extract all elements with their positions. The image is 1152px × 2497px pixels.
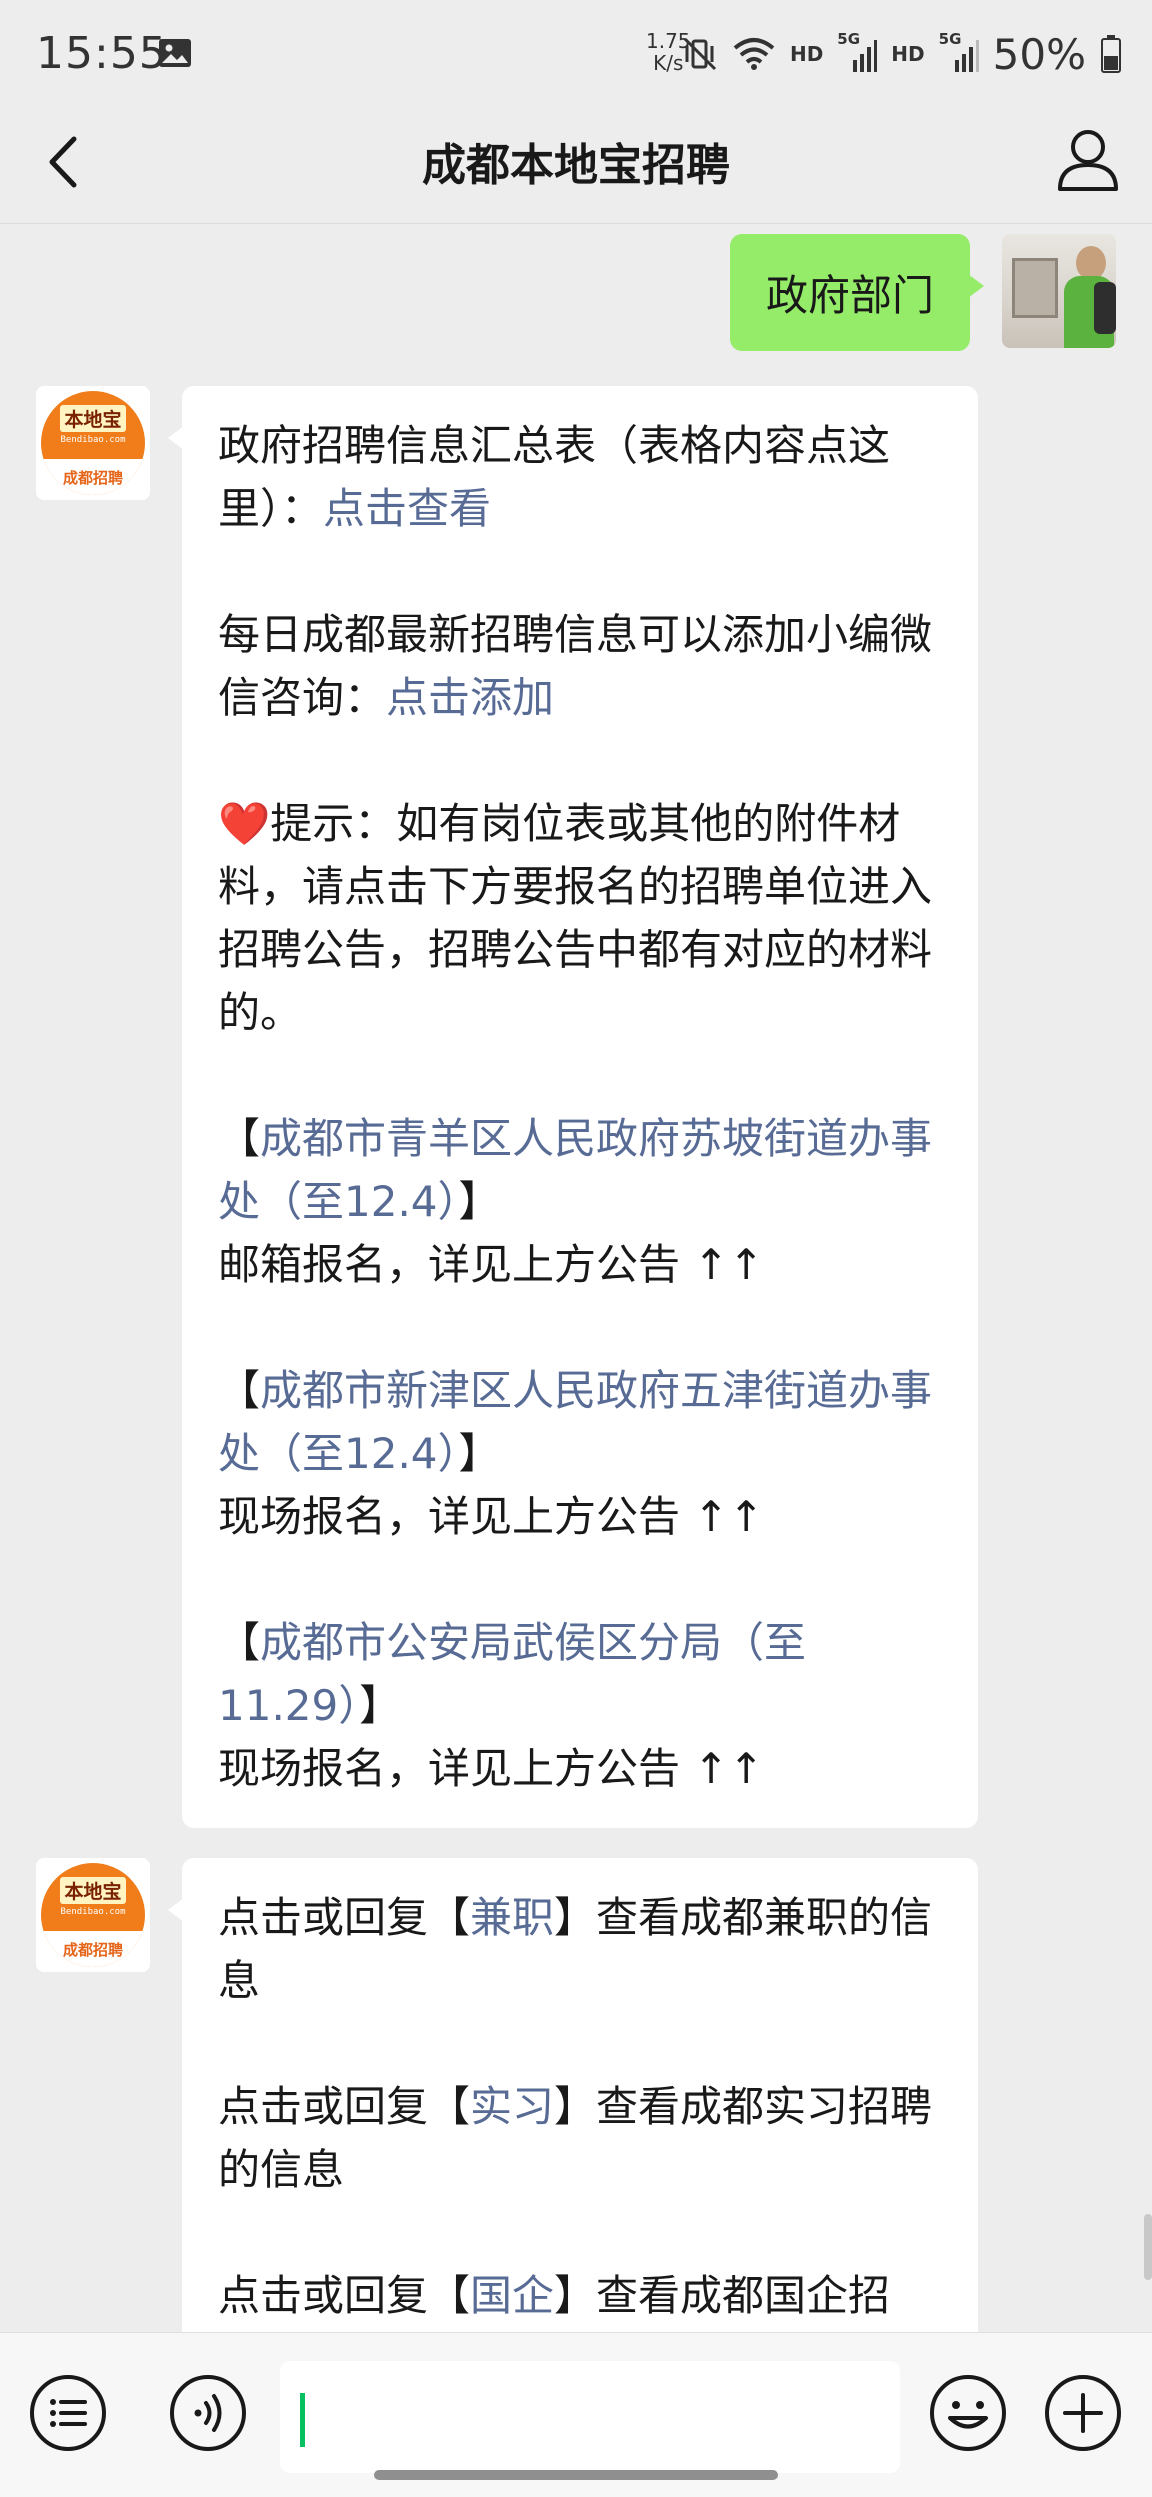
status-bar: 15:55 1.75 K/s HD 5G HD 5G 50% — [0, 0, 1152, 105]
status-time: 15:55 — [36, 28, 168, 79]
profile-icon[interactable] — [1050, 123, 1126, 199]
incoming-message-row: 本地宝 Bendibao.com 成都招聘 点击或回复【兼职】查看成都兼职的信息… — [36, 1858, 978, 2332]
keyword-item: 点击或回复【国企】查看成都国企招 — [218, 2271, 891, 2320]
message-input[interactable] — [280, 2361, 900, 2473]
job-link-xinjin[interactable]: 成都市新津区人民政府五津街道办事处（至12.4） — [218, 1366, 932, 1478]
job-link-qingyang[interactable]: 成都市青羊区人民政府苏坡街道办事处（至12.4） — [218, 1114, 932, 1226]
job-note: 现场报名，详见上方公告 ↑↑ — [218, 1744, 764, 1793]
bendibao-logo: 本地宝 Bendibao.com 成都招聘 — [41, 1863, 145, 1967]
signal-bars-icon — [954, 40, 979, 72]
wechat-paragraph: 每日成都最新招聘信息可以添加小编微信咨询：点击添加 — [218, 610, 933, 722]
battery-percent: 50% — [992, 29, 1086, 79]
keyword-internship-link[interactable]: 实习 — [470, 2082, 554, 2131]
vibrate-mute-icon — [683, 37, 717, 71]
summary-paragraph: 政府招聘信息汇总表（表格内容点这里）：点击查看 — [218, 421, 891, 533]
signal-bars-icon — [853, 40, 878, 72]
job-entry: 【成都市新津区人民政府五津街道办事处（至12.4）】 现场报名，详见上方公告 ↑… — [218, 1366, 933, 1541]
outgoing-bubble[interactable]: 政府部门 — [729, 234, 985, 351]
text-caret — [300, 2393, 305, 2447]
status-icons: HD 5G HD 5G 50% — [682, 24, 1122, 84]
cell-signal-2: 5G — [939, 30, 979, 74]
incoming-bubble: 政府招聘信息汇总表（表格内容点这里）：点击查看 每日成都最新招聘信息可以添加小编… — [168, 386, 978, 1828]
job-link-wuhou[interactable]: 成都市公安局武侯区分局（至11.29） — [218, 1618, 806, 1730]
add-wechat-link[interactable]: 点击添加 — [386, 673, 554, 722]
view-link[interactable]: 点击查看 — [323, 484, 491, 533]
cell-signal-1: 5G — [837, 30, 878, 74]
bot-avatar[interactable]: 本地宝 Bendibao.com 成都招聘 — [36, 1858, 150, 1972]
outgoing-message-row: 政府部门 — [729, 234, 1116, 351]
bot-avatar[interactable]: 本地宝 Bendibao.com 成都招聘 — [36, 386, 150, 500]
voice-icon[interactable] — [168, 2373, 248, 2453]
scrollbar-thumb[interactable] — [1144, 2214, 1152, 2280]
wifi-icon — [733, 38, 775, 70]
user-avatar[interactable] — [1002, 234, 1116, 348]
job-entry: 【成都市公安局武侯区分局（至11.29）】 现场报名，详见上方公告 ↑↑ — [218, 1618, 807, 1793]
incoming-bubble: 点击或回复【兼职】查看成都兼职的信息 点击或回复【实习】查看成都实习招聘的信息 … — [168, 1858, 978, 2332]
keyword-item: 点击或回复【兼职】查看成都兼职的信息 — [218, 1893, 933, 2005]
job-note: 邮箱报名，详见上方公告 ↑↑ — [218, 1240, 764, 1289]
hd-label: HD — [891, 42, 925, 66]
keyword-soe-link[interactable]: 国企 — [470, 2271, 554, 2320]
plus-icon[interactable] — [1043, 2373, 1123, 2453]
gallery-notification-icon — [159, 39, 191, 67]
keyword-item: 点击或回复【实习】查看成都实习招聘的信息 — [218, 2082, 933, 2194]
outgoing-text: 政府部门 — [765, 271, 934, 320]
battery-icon — [1101, 35, 1121, 73]
incoming-message-row: 本地宝 Bendibao.com 成都招聘 政府招聘信息汇总表（表格内容点这里）… — [36, 386, 978, 1828]
menu-list-icon[interactable] — [28, 2373, 108, 2453]
job-note: 现场报名，详见上方公告 ↑↑ — [218, 1492, 764, 1541]
hd-label: HD — [789, 42, 824, 66]
job-entry: 【成都市青羊区人民政府苏坡街道办事处（至12.4）】 邮箱报名，详见上方公告 ↑… — [218, 1114, 933, 1289]
title-bar: 成都本地宝招聘 — [0, 105, 1152, 224]
tip-paragraph: ❤️提示：如有岗位表或其他的附件材料，请点击下方要报名的招聘单位进入招聘公告，招… — [218, 799, 933, 1037]
page-title: 成都本地宝招聘 — [422, 140, 730, 191]
chat-area[interactable]: 政府部门 本地宝 Bendibao.com 成都招聘 政府招聘信息汇总表（表格内… — [0, 224, 1152, 2332]
home-indicator[interactable] — [374, 2470, 778, 2480]
keyword-parttime-link[interactable]: 兼职 — [470, 1893, 554, 1942]
emoji-icon[interactable] — [928, 2373, 1008, 2453]
bendibao-logo: 本地宝 Bendibao.com 成都招聘 — [41, 391, 145, 495]
